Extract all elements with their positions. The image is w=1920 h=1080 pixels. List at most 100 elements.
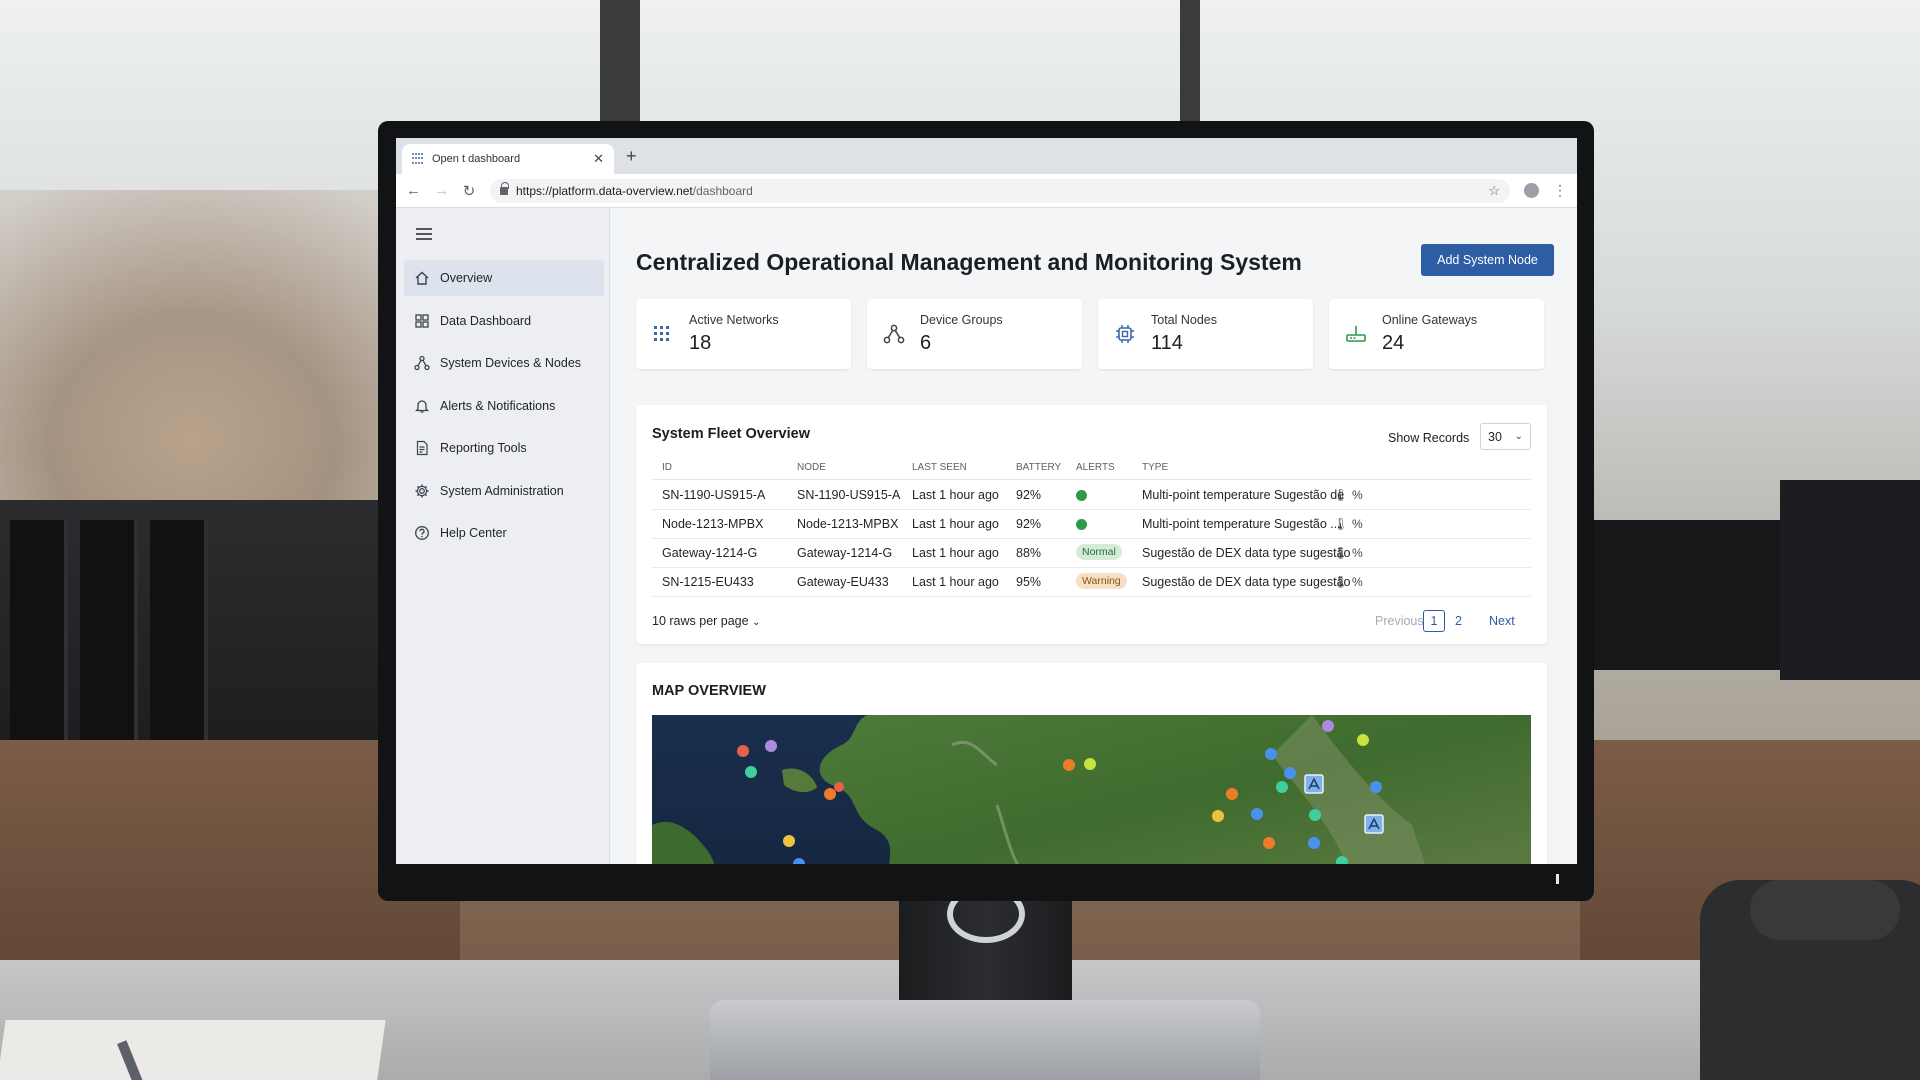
- close-icon[interactable]: ✕: [593, 151, 604, 167]
- map-marker[interactable]: [1309, 809, 1321, 821]
- back-icon[interactable]: ←: [406, 182, 421, 199]
- thermometer-icon[interactable]: 🌡︎: [1333, 488, 1348, 502]
- map-marker[interactable]: [834, 782, 844, 792]
- map-marker[interactable]: [1084, 758, 1096, 770]
- bell-icon: [414, 398, 430, 414]
- map-pin-icon[interactable]: [1364, 814, 1384, 834]
- show-records-select[interactable]: 30 ⌄: [1480, 423, 1531, 450]
- stat-card-active-networks[interactable]: Active Networks 18: [636, 299, 851, 369]
- main-content: Centralized Operational Management and M…: [610, 208, 1577, 864]
- column-header-battery[interactable]: BATTERY: [1016, 462, 1061, 473]
- browser-menu-icon[interactable]: ⋮: [1553, 182, 1567, 199]
- grid-icon: [414, 313, 430, 329]
- binder-shelf: [0, 500, 380, 760]
- column-header-node[interactable]: NODE: [797, 462, 826, 473]
- map-marker[interactable]: [1212, 810, 1224, 822]
- table-row[interactable]: SN-1190-US915-A SN-1190-US915-A Last 1 h…: [652, 481, 1531, 510]
- map-landmass: [819, 715, 1531, 864]
- map-marker[interactable]: [745, 766, 757, 778]
- cell-id: Node-1213-MPBX: [662, 517, 764, 531]
- sidebar-item-alerts[interactable]: Alerts & Notifications: [404, 388, 604, 424]
- cell-battery: 92%: [1016, 488, 1042, 502]
- gateway-router-icon: [1345, 323, 1367, 345]
- column-header-id[interactable]: ID: [662, 462, 672, 473]
- sidebar-nav: Overview Data Dashboard System Devices &…: [404, 260, 604, 558]
- map-marker[interactable]: [1357, 734, 1369, 746]
- stat-card-total-nodes[interactable]: Total Nodes 114: [1098, 299, 1313, 369]
- address-bar[interactable]: https://platform.data-overview.net/dashb…: [490, 178, 1510, 203]
- percent-icon[interactable]: %: [1352, 488, 1363, 502]
- table-row[interactable]: Gateway-1214-G Gateway-1214-G Last 1 hou…: [652, 539, 1531, 568]
- cell-id: Gateway-1214-G: [662, 546, 758, 560]
- map-marker[interactable]: [1370, 781, 1382, 793]
- network-grid-icon: [652, 323, 674, 345]
- percent-icon[interactable]: %: [1352, 575, 1363, 589]
- thermometer-icon[interactable]: 🌡︎: [1333, 546, 1348, 560]
- map-marker[interactable]: [1226, 788, 1238, 800]
- cell-type: Sugestão de DEX data type sugestão: [1142, 575, 1351, 589]
- map-marker[interactable]: [824, 788, 836, 800]
- sidebar-item-data-dashboard[interactable]: Data Dashboard: [404, 303, 604, 339]
- table-row[interactable]: Node-1213-MPBX Node-1213-MPBX Last 1 hou…: [652, 510, 1531, 539]
- cell-battery: 88%: [1016, 546, 1042, 560]
- sidebar-item-reporting[interactable]: Reporting Tools: [404, 430, 604, 466]
- map-marker[interactable]: [1263, 837, 1275, 849]
- nodes-chip-icon: [1114, 323, 1136, 345]
- map-marker[interactable]: [1063, 759, 1075, 771]
- map-marker[interactable]: [783, 835, 795, 847]
- profile-avatar-icon[interactable]: [1524, 183, 1539, 198]
- pagination-page-2[interactable]: 2: [1455, 614, 1462, 628]
- map-marker[interactable]: [1284, 767, 1296, 779]
- add-system-node-button[interactable]: Add System Node: [1421, 244, 1554, 276]
- sidebar: Overview Data Dashboard System Devices &…: [396, 208, 610, 864]
- rows-per-page-select[interactable]: 10 raws per page ⌄: [652, 614, 760, 628]
- sidebar-item-overview[interactable]: Overview: [404, 260, 604, 296]
- pagination-next[interactable]: Next: [1489, 614, 1515, 628]
- stat-label: Active Networks: [689, 313, 779, 327]
- page-title: Centralized Operational Management and M…: [636, 249, 1302, 275]
- reload-icon[interactable]: ↻: [462, 182, 476, 200]
- browser-tab[interactable]: Open t dashboard ✕: [402, 144, 614, 174]
- sidebar-item-label: Help Center: [440, 526, 507, 540]
- stat-card-online-gateways[interactable]: Online Gateways 24: [1329, 299, 1544, 369]
- percent-icon[interactable]: %: [1352, 517, 1363, 531]
- sidebar-item-system-devices[interactable]: System Devices & Nodes: [404, 345, 604, 381]
- map-marker[interactable]: [1265, 748, 1277, 760]
- notebook: [0, 1020, 386, 1080]
- percent-icon[interactable]: %: [1352, 546, 1363, 560]
- map-marker[interactable]: [765, 740, 777, 752]
- tab-title: Open t dashboard: [432, 153, 521, 165]
- column-header-type[interactable]: TYPE: [1142, 462, 1168, 473]
- map-marker[interactable]: [1308, 837, 1320, 849]
- power-led: [1556, 874, 1559, 884]
- thermometer-icon[interactable]: 🌡︎: [1333, 517, 1348, 531]
- satellite-map[interactable]: [652, 715, 1531, 864]
- new-tab-icon[interactable]: +: [626, 147, 637, 165]
- cell-id: SN-1190-US915-A: [662, 488, 766, 502]
- stat-card-device-groups[interactable]: Device Groups 6: [867, 299, 1082, 369]
- pagination-page-1[interactable]: 1: [1423, 610, 1445, 632]
- sidebar-item-label: Reporting Tools: [440, 441, 527, 455]
- map-marker[interactable]: [1322, 720, 1334, 732]
- sidebar-item-help[interactable]: Help Center: [404, 515, 604, 551]
- browser-tabstrip: Open t dashboard ✕ +: [396, 138, 1577, 174]
- map-marker[interactable]: [1276, 781, 1288, 793]
- map-marker[interactable]: [1251, 808, 1263, 820]
- hamburger-menu-icon[interactable]: [416, 228, 432, 240]
- thermometer-icon[interactable]: 🌡︎: [1333, 575, 1348, 589]
- map-marker[interactable]: [737, 745, 749, 757]
- bookmark-star-icon[interactable]: ☆: [1488, 183, 1500, 199]
- sidebar-item-administration[interactable]: System Administration: [404, 473, 604, 509]
- stat-value: 114: [1151, 332, 1183, 354]
- column-header-alerts[interactable]: ALERTS: [1076, 462, 1115, 473]
- stat-value: 24: [1382, 332, 1405, 354]
- favicon-icon: [412, 153, 424, 165]
- forward-icon[interactable]: →: [434, 182, 449, 199]
- pagination-previous[interactable]: Previous: [1375, 614, 1424, 628]
- stat-value: 18: [689, 332, 712, 354]
- map-pin-icon[interactable]: [1304, 774, 1324, 794]
- chevron-down-icon: ⌄: [752, 617, 761, 628]
- column-header-last-seen[interactable]: LAST SEEN: [912, 462, 967, 473]
- table-row[interactable]: SN-1215-EU433 Gateway-EU433 Last 1 hour …: [652, 568, 1531, 597]
- cell-type: Multi-point temperature Sugestão de: [1142, 488, 1345, 502]
